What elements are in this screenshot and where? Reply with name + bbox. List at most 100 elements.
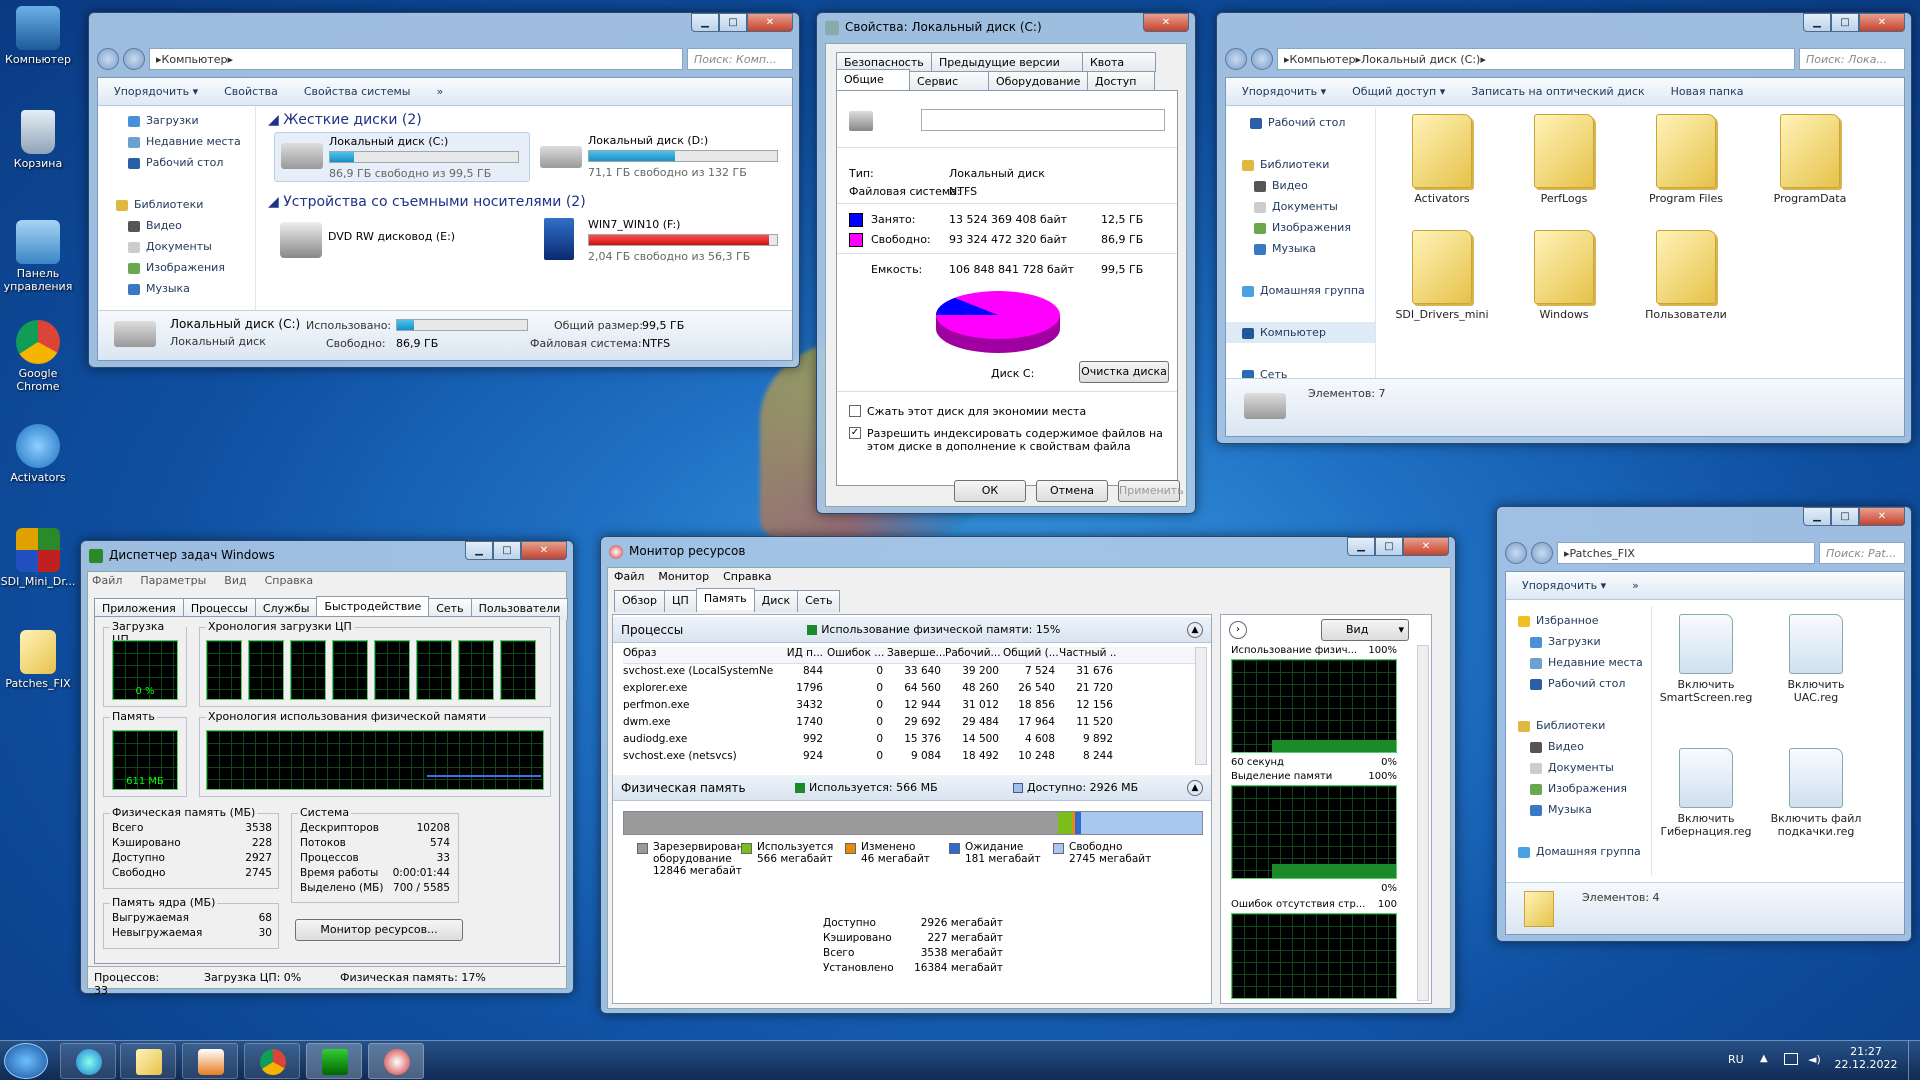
- organize-button[interactable]: Упорядочить ▾: [1242, 85, 1326, 98]
- reg-file-item[interactable]: Включить UAC.reg: [1766, 614, 1866, 704]
- folder-item[interactable]: Windows: [1514, 230, 1614, 321]
- drive-f[interactable]: WIN7_WIN10 (F:) 2,04 ГБ свободно из 56,3…: [534, 216, 790, 266]
- close-button[interactable]: ✕: [1143, 13, 1189, 32]
- drive-c[interactable]: Локальный диск (C:) 86,9 ГБ свободно из …: [274, 132, 530, 182]
- back-button[interactable]: [97, 48, 119, 70]
- menu-view[interactable]: Вид: [224, 574, 246, 587]
- forward-button[interactable]: [123, 48, 145, 70]
- nav-item[interactable]: Компьютер: [1226, 322, 1375, 343]
- taskbar-ie[interactable]: [60, 1043, 116, 1079]
- nav-item[interactable]: Загрузки: [1506, 631, 1651, 652]
- processes-section-header[interactable]: Процессы Использование физической памяти:…: [613, 617, 1211, 643]
- reg-file-item[interactable]: Включить файл подкачки.reg: [1766, 748, 1866, 838]
- tab-memory[interactable]: Память: [695, 588, 755, 610]
- column-header[interactable]: Рабочий...: [945, 647, 1003, 663]
- nav-item[interactable]: Библиотеки: [1506, 715, 1651, 736]
- folder-item[interactable]: Пользователи: [1636, 230, 1736, 321]
- organize-button[interactable]: Упорядочить ▾: [114, 85, 198, 98]
- nav-item[interactable]: Загрузки: [98, 110, 255, 131]
- nav-item[interactable]: Рабочий стол: [98, 152, 255, 173]
- tab-previous-versions[interactable]: Предыдущие версии: [931, 52, 1083, 72]
- nav-item[interactable]: Изображения: [98, 257, 255, 278]
- table-row[interactable]: audiodg.exe 992 0 15 376 14 500 4 608 9 892: [623, 733, 1205, 750]
- address-bar[interactable]: ▸ Компьютер ▸ Локальный диск (C:) ▸: [1277, 48, 1795, 70]
- nav-item[interactable]: Изображения: [1506, 778, 1651, 799]
- taskbar-resource-monitor[interactable]: [368, 1043, 424, 1079]
- search-input[interactable]: Поиск: Pat...: [1819, 542, 1905, 564]
- nav-item[interactable]: Домашняя группа: [1226, 280, 1375, 301]
- burn-button[interactable]: Записать на оптический диск: [1471, 85, 1644, 98]
- close-button[interactable]: ✕: [521, 541, 567, 560]
- desktop-icon-activators[interactable]: Activators: [0, 424, 76, 484]
- nav-item[interactable]: Видео: [98, 215, 255, 236]
- column-header[interactable]: Общий (...: [1003, 647, 1059, 663]
- cancel-button[interactable]: Отмена: [1036, 480, 1108, 502]
- close-button[interactable]: ✕: [1859, 507, 1905, 526]
- network-icon[interactable]: [1784, 1053, 1798, 1065]
- address-bar[interactable]: ▸ Patches_FIX: [1557, 542, 1815, 564]
- nav-item[interactable]: Музыка: [1506, 799, 1651, 820]
- taskbar-task-manager[interactable]: [306, 1043, 362, 1079]
- folder-item[interactable]: PerfLogs: [1514, 114, 1614, 205]
- forward-button[interactable]: [1251, 48, 1273, 70]
- table-row[interactable]: svchost.exe (LocalSystemNet... 844 0 33 640…: [623, 665, 1205, 682]
- view-dropdown[interactable]: Вид ▾: [1321, 619, 1409, 641]
- nav-item[interactable]: Документы: [1226, 196, 1375, 217]
- c-drive-window[interactable]: ▁ □ ✕ ▸ Компьютер ▸ Локальный диск (C:) ▸ …: [1216, 12, 1912, 444]
- table-row[interactable]: explorer.exe 1796 0 64 560 48 260 26 540 21 72…: [623, 682, 1205, 699]
- column-header[interactable]: Ошибок ...: [827, 647, 887, 663]
- desktop-icon-control-panel[interactable]: Панель управления: [0, 220, 76, 293]
- hdd-group-header[interactable]: ◢ Жесткие диски (2): [268, 112, 422, 128]
- nav-item[interactable]: Избранное: [1506, 610, 1651, 631]
- desktop-icon-sdi[interactable]: SDI_Mini_Dr...: [0, 528, 76, 588]
- search-input[interactable]: Поиск: Комп...: [687, 48, 793, 70]
- nav-item[interactable]: Изображения: [1226, 217, 1375, 238]
- maximize-button[interactable]: □: [719, 13, 747, 32]
- table-row[interactable]: dwm.exe 1740 0 29 692 29 484 17 964 11 520: [623, 716, 1205, 733]
- properties-button[interactable]: Свойства: [224, 85, 278, 98]
- reg-file-item[interactable]: Включить SmartScreen.reg: [1656, 614, 1756, 704]
- tab-quota[interactable]: Квота: [1082, 52, 1156, 72]
- column-header[interactable]: Частный ...: [1059, 647, 1117, 663]
- task-manager-window[interactable]: Диспетчер задач Windows ▁ □ ✕ Файл Параметр…: [80, 540, 574, 997]
- ok-button[interactable]: ОК: [954, 480, 1026, 502]
- share-button[interactable]: Общий доступ ▾: [1352, 85, 1445, 98]
- folder-item[interactable]: ProgramData: [1760, 114, 1860, 205]
- table-row[interactable]: svchost.exe (netsvcs) 924 0 9 084 18 492 10 2…: [623, 750, 1205, 767]
- physical-memory-section-header[interactable]: Физическая память Используется: 566 МБ Дос…: [613, 775, 1211, 801]
- start-button[interactable]: [4, 1043, 48, 1079]
- maximize-button[interactable]: □: [1375, 537, 1403, 556]
- close-button[interactable]: ✕: [1403, 537, 1449, 556]
- nav-item[interactable]: Видео: [1506, 736, 1651, 757]
- desktop-icon-patches[interactable]: Patches_FIX: [0, 630, 76, 690]
- disk-properties-dialog[interactable]: Свойства: Локальный диск (C:) ✕ Безопасн…: [816, 12, 1196, 514]
- drive-d[interactable]: Локальный диск (D:) 71,1 ГБ свободно из …: [534, 132, 790, 182]
- column-header[interactable]: Заверше...: [887, 647, 945, 663]
- graphs-scrollbar[interactable]: [1417, 645, 1429, 1001]
- show-desktop-button[interactable]: [1908, 1041, 1920, 1080]
- folder-item[interactable]: SDI_Drivers_mini: [1392, 230, 1492, 321]
- removable-group-header[interactable]: ◢ Устройства со съемными носителями (2): [268, 194, 586, 210]
- taskbar-chrome[interactable]: [244, 1043, 300, 1079]
- desktop-icon-recycle[interactable]: Корзина: [0, 110, 76, 170]
- compress-checkbox[interactable]: [849, 405, 861, 417]
- table-row[interactable]: perfmon.exe 3432 0 12 944 31 012 18 856 12 156: [623, 699, 1205, 716]
- volume-label-input[interactable]: [921, 109, 1165, 131]
- patches-window[interactable]: ▁ □ ✕ ▸ Patches_FIX Поиск: Pat... Упорядоч…: [1496, 506, 1912, 942]
- nav-item[interactable]: Документы: [98, 236, 255, 257]
- more-button[interactable]: »: [1632, 579, 1639, 592]
- tab-cpu[interactable]: ЦП: [664, 590, 697, 612]
- address-bar[interactable]: ▸ Компьютер ▸: [149, 48, 683, 70]
- nav-item[interactable]: Рабочий стол: [1506, 673, 1651, 694]
- resource-monitor-window[interactable]: Монитор ресурсов ▁ □ ✕ Файл Монитор Справка …: [600, 536, 1456, 1014]
- menu-help[interactable]: Справка: [265, 574, 313, 587]
- column-header[interactable]: ИД п...: [773, 647, 827, 663]
- nav-item[interactable]: Недавние места: [1506, 652, 1651, 673]
- resource-monitor-button[interactable]: Монитор ресурсов...: [295, 919, 463, 941]
- volume-icon[interactable]: ◄): [1808, 1053, 1821, 1066]
- tab-network[interactable]: Сеть: [797, 590, 841, 612]
- menu-options[interactable]: Параметры: [140, 574, 206, 587]
- minimize-button[interactable]: ▁: [1803, 13, 1831, 32]
- maximize-button[interactable]: □: [1831, 13, 1859, 32]
- tab-performance[interactable]: Быстродействие: [316, 596, 430, 618]
